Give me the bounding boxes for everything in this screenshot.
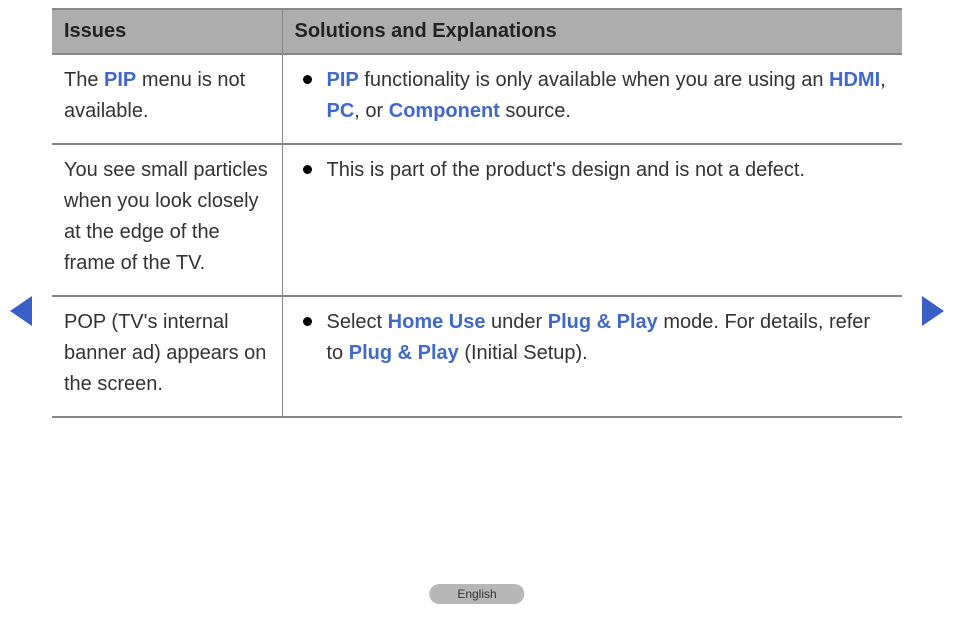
plain-text: Select — [327, 311, 388, 333]
plain-text: You see small particles when you look cl… — [64, 159, 268, 274]
plain-text: (Initial Setup). — [459, 342, 588, 364]
keyword-text: HDMI — [829, 69, 880, 91]
solution-cell: PIP functionality is only available when… — [282, 54, 902, 144]
table-header-solutions: Solutions and Explanations — [282, 9, 902, 54]
plain-text: under — [485, 311, 547, 333]
table-row: POP (TV's internal banner ad) appears on… — [52, 296, 902, 417]
table-header-issues: Issues — [52, 9, 282, 54]
issue-cell: POP (TV's internal banner ad) appears on… — [52, 296, 282, 417]
previous-page-arrow[interactable] — [10, 296, 32, 326]
issue-cell: The PIP menu is not available. — [52, 54, 282, 144]
troubleshooting-table: Issues Solutions and Explanations The PI… — [52, 8, 902, 418]
plain-text: source. — [500, 100, 571, 122]
plain-text: , — [880, 69, 886, 91]
solution-cell: This is part of the product's design and… — [282, 144, 902, 296]
table-row: The PIP menu is not available.PIP functi… — [52, 54, 902, 144]
keyword-text: PC — [327, 100, 355, 122]
plain-text: POP (TV's internal banner ad) appears on… — [64, 311, 266, 395]
plain-text: , or — [354, 100, 388, 122]
keyword-text: PIP — [327, 69, 359, 91]
keyword-text: Plug & Play — [548, 311, 658, 333]
issue-cell: You see small particles when you look cl… — [52, 144, 282, 296]
plain-text: This is part of the product's design and… — [327, 159, 806, 181]
solution-list: PIP functionality is only available when… — [291, 65, 891, 127]
next-page-arrow[interactable] — [922, 296, 944, 326]
solution-cell: Select Home Use under Plug & Play mode. … — [282, 296, 902, 417]
keyword-text: Component — [389, 100, 500, 122]
troubleshooting-table-wrapper: Issues Solutions and Explanations The PI… — [52, 8, 902, 418]
plain-text: functionality is only available when you… — [359, 69, 829, 91]
keyword-text: Home Use — [388, 311, 486, 333]
keyword-text: PIP — [104, 69, 136, 91]
keyword-text: Plug & Play — [349, 342, 459, 364]
language-badge: English — [429, 584, 524, 604]
plain-text: The — [64, 69, 104, 91]
solution-list: This is part of the product's design and… — [291, 155, 891, 186]
solution-list: Select Home Use under Plug & Play mode. … — [291, 307, 891, 369]
table-row: You see small particles when you look cl… — [52, 144, 902, 296]
solution-item: This is part of the product's design and… — [291, 155, 891, 186]
solution-item: PIP functionality is only available when… — [291, 65, 891, 127]
table-body: The PIP menu is not available.PIP functi… — [52, 54, 902, 417]
solution-item: Select Home Use under Plug & Play mode. … — [291, 307, 891, 369]
